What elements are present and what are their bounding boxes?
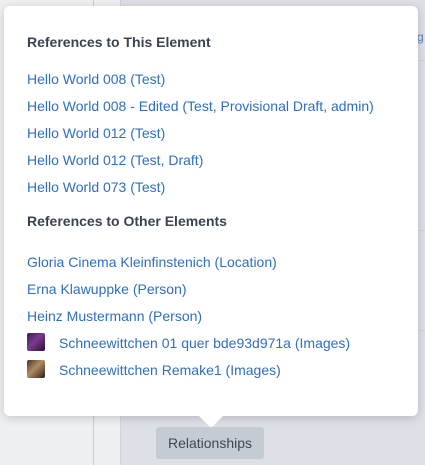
background-text-fragment: g <box>417 30 424 44</box>
reference-link-label: Schneewittchen Remake1 (Images) <box>59 362 281 378</box>
reference-link-with-thumbnail[interactable]: Schneewittchen Remake1 (Images) <box>27 360 350 387</box>
image-thumbnail-icon <box>27 360 45 378</box>
reference-link[interactable]: Hello World 008 (Test) <box>27 69 374 96</box>
reference-link-label: Schneewittchen 01 quer bde93d971a (Image… <box>59 335 351 351</box>
reference-link[interactable]: Hello World 012 (Test, Draft) <box>27 150 374 177</box>
reference-link[interactable]: Heinz Mustermann (Person) <box>27 306 350 333</box>
section-title-other-elements: References to Other Elements <box>27 213 227 229</box>
references-to-this-element-list: Hello World 008 (Test) Hello World 008 -… <box>27 69 374 204</box>
relationships-popover: References to This Element Hello World 0… <box>4 6 418 416</box>
relationships-button[interactable]: Relationships <box>156 427 264 459</box>
references-to-other-elements-list: Gloria Cinema Kleinfinstenich (Location)… <box>27 252 350 387</box>
section-title-this-element: References to This Element <box>27 34 211 50</box>
reference-link[interactable]: Gloria Cinema Kleinfinstenich (Location) <box>27 252 350 279</box>
reference-link[interactable]: Hello World 008 - Edited (Test, Provisio… <box>27 96 374 123</box>
reference-link[interactable]: Hello World 073 (Test) <box>27 177 374 204</box>
reference-link[interactable]: Hello World 012 (Test) <box>27 123 374 150</box>
reference-link[interactable]: Erna Klawuppke (Person) <box>27 279 350 306</box>
image-thumbnail-icon <box>27 333 45 351</box>
reference-link-with-thumbnail[interactable]: Schneewittchen 01 quer bde93d971a (Image… <box>27 333 350 360</box>
